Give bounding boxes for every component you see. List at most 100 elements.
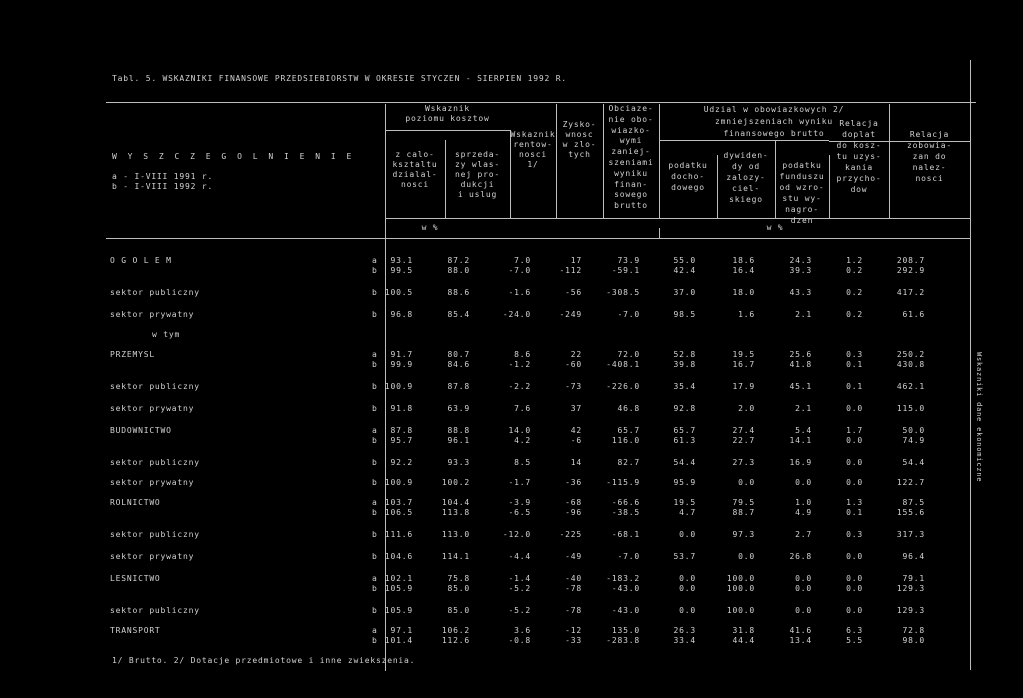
table-row: sektor prywatny b 100.9 100.2 -1.7 -36 -115.9 9…: [0, 478, 1023, 488]
cell-value: 16.4: [732, 266, 755, 275]
table-row: ROLNICTWO a 103.7 104.4 -3.9 -68 -66.6 19.5 79.5…: [0, 498, 1023, 508]
cell-value: 0.0: [846, 478, 863, 487]
table-row: b 101.4 112.6 -0.8 -33 -283.8 33.4 44.4 13.4 5.5 9…: [0, 636, 1023, 646]
header-cost-level: Wskaznik poziomu kosztow: [405, 104, 490, 123]
cell-value: -7.0: [617, 552, 640, 561]
table-row: b 106.5 113.8 -6.5 -96 -38.5 4.7 88.7 4.9 0.1 155.…: [0, 508, 1023, 518]
cell-value: 16.7: [732, 360, 755, 369]
cell-value: 112.6: [441, 636, 470, 645]
cell-value: 72.8: [902, 626, 925, 635]
table-row: sektor publiczny b 92.2 93.3 8.5 14 82.7 54.4 27…: [0, 458, 1023, 468]
header-mandatory-charges: Obciaze-nie obo-wiazko-wymi zaniej-szenia…: [608, 104, 654, 211]
table-row: b 105.9 85.0 -5.2 -78 -43.0 0.0 100.0 0.0 0.0 129.…: [0, 584, 1023, 594]
cell-value: -59.1: [611, 266, 640, 275]
cell-value: 22: [570, 350, 582, 359]
cell-value: 63.9: [447, 404, 470, 413]
cell-value: 54.4: [673, 458, 696, 467]
table-row: sektor prywatny b 91.8 63.9 7.6 37 46.8 92.8 2.0…: [0, 404, 1023, 414]
row-label: sektor publiczny: [110, 530, 200, 539]
table-row: TRANSPORT a 97.1 106.2 3.6 -12 135.0 26.3 31.8 41…: [0, 626, 1023, 636]
cell-value: -308.5: [606, 288, 640, 297]
cell-value: 0.1: [846, 382, 863, 391]
cell-value: 91.8: [390, 404, 413, 413]
row-label: sektor publiczny: [110, 288, 200, 297]
cell-value: 96.8: [390, 310, 413, 319]
cell-value: 82.7: [617, 458, 640, 467]
table-row: sektor prywatny b 104.6 114.1 -4.4 -49 -7.0 53.…: [0, 552, 1023, 562]
cell-value: 55.0: [673, 256, 696, 265]
table-row: sektor publiczny b 111.6 113.0 -12.0 -225 -68.…: [0, 530, 1023, 540]
cell-value: -38.5: [611, 508, 640, 517]
cell-value: 17: [570, 256, 582, 265]
header-income-tax: podatku docho-dowego: [668, 161, 708, 192]
cell-value: 19.5: [732, 350, 755, 359]
header-fund-tax: podatku funduszu od wzro-stu wy-nagro-dzen: [779, 161, 825, 225]
cell-value: -66.6: [611, 498, 640, 507]
cell-value: 74.9: [902, 436, 925, 445]
cell-value: 18.6: [732, 256, 755, 265]
cell-value: 87.8: [390, 426, 413, 435]
cell-value: 37: [570, 404, 582, 413]
cell-value: 65.7: [617, 426, 640, 435]
cell-value: 6.3: [846, 626, 863, 635]
cell-value: 113.0: [441, 530, 470, 539]
cell-value: 85.0: [447, 606, 470, 615]
cell-value: 1.6: [738, 310, 755, 319]
cell-value: 53.7: [673, 552, 696, 561]
cell-value: -249: [559, 310, 582, 319]
cell-value: 0.2: [846, 310, 863, 319]
cell-value: 80.7: [447, 350, 470, 359]
cell-value: 100.5: [384, 288, 413, 297]
cell-value: 26.3: [673, 626, 696, 635]
cell-value: 98.0: [902, 636, 925, 645]
cell-value: -408.1: [606, 360, 640, 369]
stub-period-a: a - I-VIII 1991 r.: [112, 172, 214, 181]
cell-value: 106.5: [384, 508, 413, 517]
cell-value: 31.8: [732, 626, 755, 635]
row-label: sektor publiczny: [110, 458, 200, 467]
table-row: sektor publiczny b 105.9 85.0 -5.2 -78 -43.0 0.…: [0, 606, 1023, 616]
cell-value: 85.0: [447, 584, 470, 593]
cell-value: -36: [565, 478, 582, 487]
cell-value: 129.3: [896, 584, 925, 593]
row-label: w tym: [152, 330, 181, 339]
cell-value: 95.9: [673, 478, 696, 487]
cell-value: 79.1: [902, 574, 925, 583]
cell-value: 42.4: [673, 266, 696, 275]
unit-label-right: w %: [766, 223, 784, 232]
table-row: LESNICTWO a 102.1 75.8 -1.4 -40 -183.2 0.0 100.0…: [0, 574, 1023, 584]
cell-value: 1.7: [846, 426, 863, 435]
row-label: PRZEMYSL: [110, 350, 155, 359]
cell-value: -225: [559, 530, 582, 539]
cell-value: -40: [565, 574, 582, 583]
cell-value: 100.0: [726, 574, 755, 583]
cell-value: 87.5: [902, 498, 925, 507]
cell-value: 111.6: [384, 530, 413, 539]
cell-value: 105.9: [384, 584, 413, 593]
header-bottom-rule: [106, 238, 970, 239]
cell-value: 27.4: [732, 426, 755, 435]
cell-value: 0.0: [846, 458, 863, 467]
cell-value: 0.1: [846, 360, 863, 369]
cell-value: 0.0: [846, 606, 863, 615]
table-row: b 99.9 84.6 -1.2 -60 -408.1 39.8 16.7 41.8 0.1 430…: [0, 360, 1023, 370]
cell-value: -78: [565, 606, 582, 615]
row-label: BUDOWNICTWO: [110, 426, 172, 435]
cell-value: 19.5: [673, 498, 696, 507]
table-row: BUDOWNICTWO a 87.8 88.8 14.0 42 65.7 65.7 27.4 5.…: [0, 426, 1023, 436]
table-row: O G O L E Ma 93.1 87.2 7.0 17 73.9 55.0 18.6 24.…: [0, 256, 1023, 266]
cell-value: 106.2: [441, 626, 470, 635]
cell-value: 61.3: [673, 436, 696, 445]
unit-rule-top: [385, 218, 970, 219]
cell-value: -60: [565, 360, 582, 369]
stub-period-b: b - I-VIII 1992 r.: [112, 182, 214, 191]
cell-value: 54.4: [902, 458, 925, 467]
cell-value: 65.7: [673, 426, 696, 435]
cell-value: 0.0: [679, 606, 696, 615]
cell-value: 135.0: [611, 626, 640, 635]
cell-value: 317.3: [896, 530, 925, 539]
subhead-rule: [385, 130, 510, 131]
cell-value: 103.7: [384, 498, 413, 507]
table-title: Tabl. 5. WSKAZNIKI FINANSOWE PRZEDSIEBIO…: [112, 74, 567, 83]
subhead-rule: [659, 140, 829, 141]
